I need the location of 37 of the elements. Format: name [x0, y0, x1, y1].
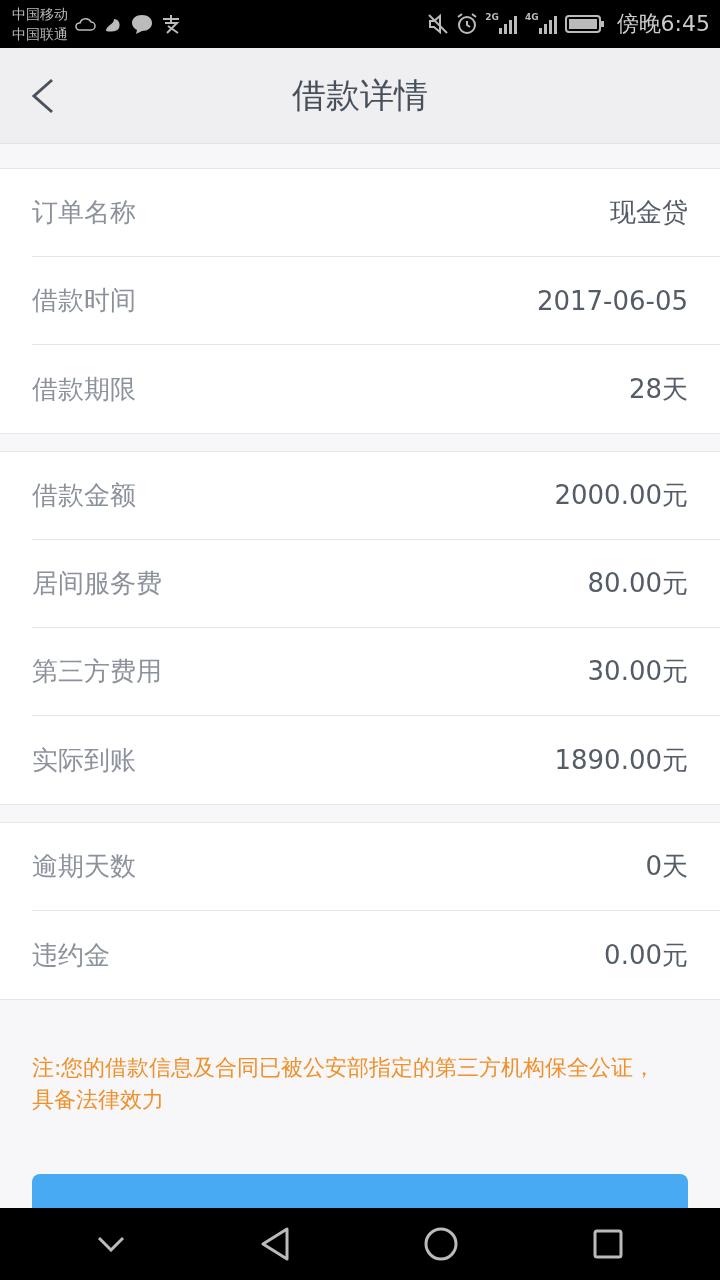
field-value: 28天 — [628, 372, 688, 406]
field-label: 借款时间 — [32, 284, 136, 317]
field-label: 实际到账 — [32, 743, 136, 777]
field-value: 0天 — [645, 850, 688, 883]
page-title: 借款详情 — [292, 73, 428, 117]
back-icon[interactable] — [30, 78, 56, 114]
field-label: 借款金额 — [32, 479, 136, 512]
network-type: 4G — [524, 12, 539, 22]
field-value: 现金贷 — [610, 196, 688, 229]
battery-icon — [564, 14, 605, 34]
field-value: 30.00元 — [587, 655, 688, 688]
signal-icon — [498, 14, 519, 34]
field-label: 违约金 — [32, 938, 110, 972]
chat-bubble-icon — [130, 13, 154, 35]
notice-text: 注:您的借款信息及合同已被公安部指定的第三方机构保全公证，具备法律效力 — [31, 1054, 657, 1114]
field-value: 1890.00元 — [554, 743, 688, 777]
carrier-name: 中国移动 — [12, 5, 68, 24]
field-value: 80.00元 — [587, 567, 688, 600]
field-label: 订单名称 — [32, 196, 136, 229]
chevron-down-icon[interactable] — [97, 1236, 126, 1252]
clock-time: 傍晚6:45 — [616, 10, 710, 38]
mute-icon — [427, 13, 450, 35]
field-value: 2000.00元 — [554, 479, 688, 512]
weather-icon — [74, 15, 96, 33]
network-type: 2G — [485, 12, 499, 22]
field-value: 0.00元 — [604, 938, 688, 972]
field-value: 2017-06-05 — [536, 285, 688, 316]
field-label: 借款期限 — [32, 372, 136, 406]
signal-icon — [538, 14, 559, 34]
payment-app-icon — [160, 14, 182, 34]
home-icon[interactable] — [424, 1227, 459, 1261]
back-icon[interactable] — [259, 1227, 290, 1261]
field-label: 逾期天数 — [32, 850, 136, 883]
recent-apps-icon[interactable] — [592, 1229, 623, 1259]
field-label: 第三方费用 — [32, 655, 162, 688]
field-label: 居间服务费 — [32, 567, 162, 600]
carrier-name: 中国联通 — [12, 25, 68, 44]
